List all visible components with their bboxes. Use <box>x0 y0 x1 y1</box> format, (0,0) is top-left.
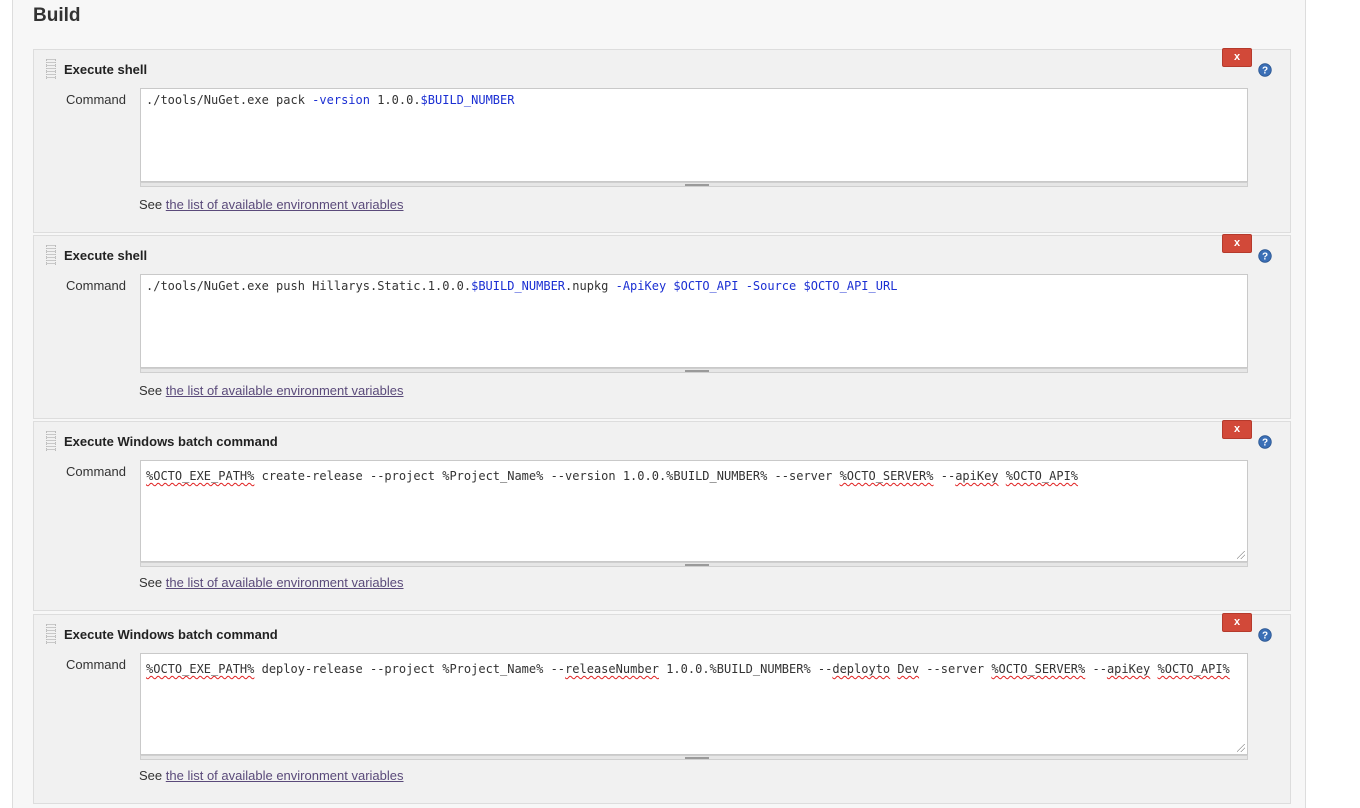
env-vars-hint: See the list of available environment va… <box>139 575 404 590</box>
resize-grip[interactable] <box>685 564 709 566</box>
drag-handle-icon[interactable] <box>46 245 56 265</box>
command-label: Command <box>66 92 126 107</box>
env-vars-hint: See the list of available environment va… <box>139 383 404 398</box>
drag-handle-icon[interactable] <box>46 431 56 451</box>
env-vars-link[interactable]: the list of available environment variab… <box>166 197 404 212</box>
resize-grip[interactable] <box>685 184 709 186</box>
env-vars-hint: See the list of available environment va… <box>139 768 404 783</box>
see-prefix: See <box>139 197 163 212</box>
textarea-corner-grip[interactable] <box>1237 551 1245 559</box>
svg-text:?: ? <box>1262 66 1268 77</box>
build-step-3: Execute Windows batch command x ? Comman… <box>33 420 1291 611</box>
section-title: Build <box>33 5 81 26</box>
textarea-resize-handle[interactable] <box>140 755 1248 760</box>
delete-step-button[interactable]: x <box>1222 613 1252 632</box>
textarea-resize-handle[interactable] <box>140 368 1248 373</box>
delete-step-button[interactable]: x <box>1222 48 1252 67</box>
help-icon[interactable]: ? <box>1258 63 1272 77</box>
step-title: Execute shell <box>64 248 148 263</box>
command-label: Command <box>66 464 126 479</box>
build-step-1: Execute shell x ? Command ./tools/NuGet.… <box>33 48 1291 233</box>
textarea-resize-handle[interactable] <box>140 562 1248 567</box>
env-vars-hint: See the list of available environment va… <box>139 197 404 212</box>
drag-handle-icon[interactable] <box>46 59 56 79</box>
help-icon[interactable]: ? <box>1258 628 1272 642</box>
env-vars-link[interactable]: the list of available environment variab… <box>166 575 404 590</box>
build-section: Build Execute shell x ? Command ./tools/… <box>12 0 1306 808</box>
step-title: Execute Windows batch command <box>64 627 278 642</box>
svg-text:?: ? <box>1262 252 1268 263</box>
help-icon[interactable]: ? <box>1258 249 1272 263</box>
env-vars-link[interactable]: the list of available environment variab… <box>166 768 404 783</box>
drag-handle-icon[interactable] <box>46 624 56 644</box>
resize-grip[interactable] <box>685 370 709 372</box>
svg-text:?: ? <box>1262 631 1268 642</box>
delete-step-button[interactable]: x <box>1222 234 1252 253</box>
command-textarea[interactable]: ./tools/NuGet.exe pack -version 1.0.0.$B… <box>140 88 1248 182</box>
command-label: Command <box>66 657 126 672</box>
textarea-resize-handle[interactable] <box>140 182 1248 187</box>
see-prefix: See <box>139 575 163 590</box>
delete-step-button[interactable]: x <box>1222 420 1252 439</box>
command-textarea[interactable]: %OCTO_EXE_PATH% deploy-release --project… <box>140 653 1248 755</box>
build-step-4: Execute Windows batch command x ? Comman… <box>33 613 1291 804</box>
svg-text:?: ? <box>1262 438 1268 449</box>
command-label: Command <box>66 278 126 293</box>
resize-grip[interactable] <box>685 757 709 759</box>
step-title: Execute Windows batch command <box>64 434 278 449</box>
command-textarea[interactable]: ./tools/NuGet.exe push Hillarys.Static.1… <box>140 274 1248 368</box>
see-prefix: See <box>139 768 163 783</box>
textarea-corner-grip[interactable] <box>1237 744 1245 752</box>
command-textarea[interactable]: %OCTO_EXE_PATH% create-release --project… <box>140 460 1248 562</box>
see-prefix: See <box>139 383 163 398</box>
build-step-2: Execute shell x ? Command ./tools/NuGet.… <box>33 234 1291 419</box>
env-vars-link[interactable]: the list of available environment variab… <box>166 383 404 398</box>
help-icon[interactable]: ? <box>1258 435 1272 449</box>
step-title: Execute shell <box>64 62 148 77</box>
